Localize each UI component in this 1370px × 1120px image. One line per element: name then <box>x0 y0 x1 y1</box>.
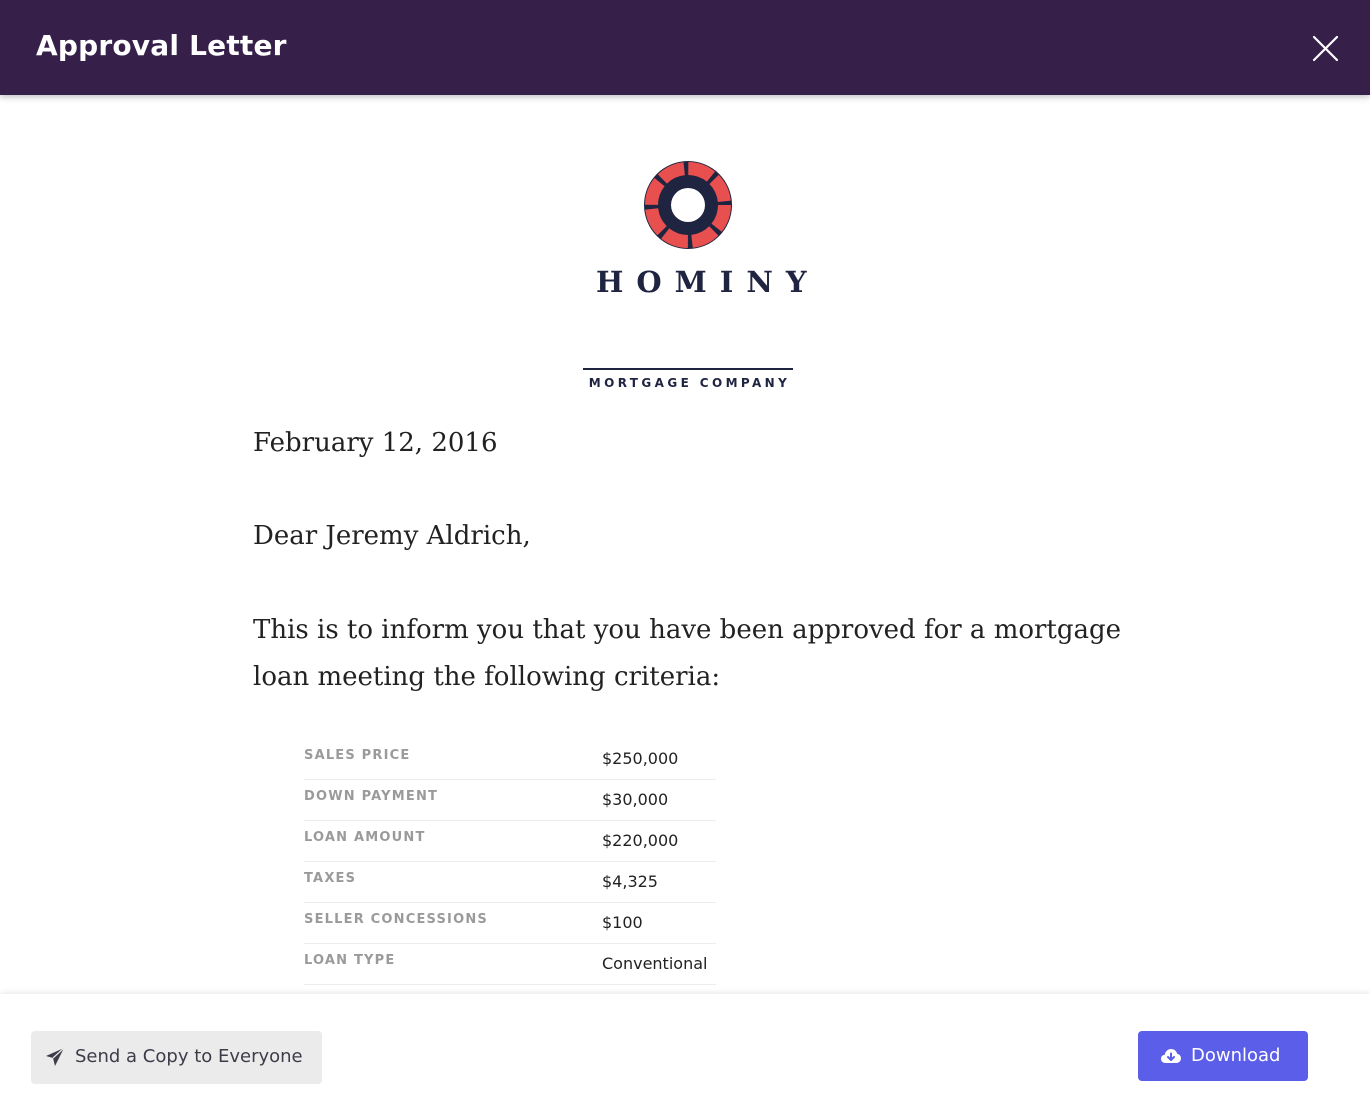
criteria-label: LOAN TYPE <box>304 953 396 968</box>
modal-title: Approval Letter <box>36 29 287 62</box>
download-button[interactable]: Download <box>1138 1031 1308 1081</box>
criteria-label: LOAN AMOUNT <box>304 830 426 845</box>
lifebuoy-logo-icon <box>644 161 732 249</box>
paper-plane-icon <box>46 1047 65 1066</box>
criteria-row: SALES PRICE $250,000 <box>304 739 716 780</box>
criteria-row: LOAN TYPE Conventional <box>304 944 716 985</box>
criteria-value: $30,000 <box>602 790 669 809</box>
cloud-download-icon <box>1161 1049 1181 1063</box>
brand-name: HOMINY <box>596 265 820 299</box>
criteria-value: $4,325 <box>602 872 658 891</box>
letter-date: February 12, 2016 <box>253 428 498 458</box>
close-button[interactable] <box>1306 29 1344 67</box>
criteria-label: DOWN PAYMENT <box>304 789 439 804</box>
company-logo: HOMINY MORTGAGE COMPANY <box>583 159 820 390</box>
modal-footer: Send a Copy to Everyone Download <box>0 994 1370 1120</box>
criteria-row: DOWN PAYMENT $30,000 <box>304 780 716 821</box>
brand-subtitle: MORTGAGE COMPANY <box>588 376 791 390</box>
criteria-label: SALES PRICE <box>304 748 411 763</box>
criteria-row: TAXES $4,325 <box>304 862 716 903</box>
criteria-row: SELLER CONCESSIONS $100 <box>304 903 716 944</box>
criteria-value: $220,000 <box>602 831 679 850</box>
close-icon <box>1312 35 1339 62</box>
download-label: Download <box>1191 1045 1281 1066</box>
brand-divider <box>583 368 793 370</box>
criteria-label: TAXES <box>304 871 357 886</box>
criteria-label: SELLER CONCESSIONS <box>304 912 488 927</box>
letter-greeting: Dear Jeremy Aldrich, <box>253 521 531 551</box>
approval-letter-modal: Approval Letter HOMINY MORTGAGE COMPANY … <box>0 0 1370 1120</box>
loan-criteria-table: SALES PRICE $250,000 DOWN PAYMENT $30,00… <box>304 739 716 985</box>
criteria-value: Conventional <box>602 954 708 973</box>
criteria-row: LOAN AMOUNT $220,000 <box>304 821 716 862</box>
modal-header: Approval Letter <box>0 0 1370 95</box>
send-copy-label: Send a Copy to Everyone <box>75 1046 303 1067</box>
criteria-value: $100 <box>602 913 643 932</box>
send-copy-button[interactable]: Send a Copy to Everyone <box>31 1031 322 1084</box>
criteria-value: $250,000 <box>602 749 679 768</box>
letter-body: This is to inform you that you have been… <box>253 615 1122 692</box>
letter-scroll-area[interactable]: HOMINY MORTGAGE COMPANY February 12, 201… <box>0 95 1370 994</box>
